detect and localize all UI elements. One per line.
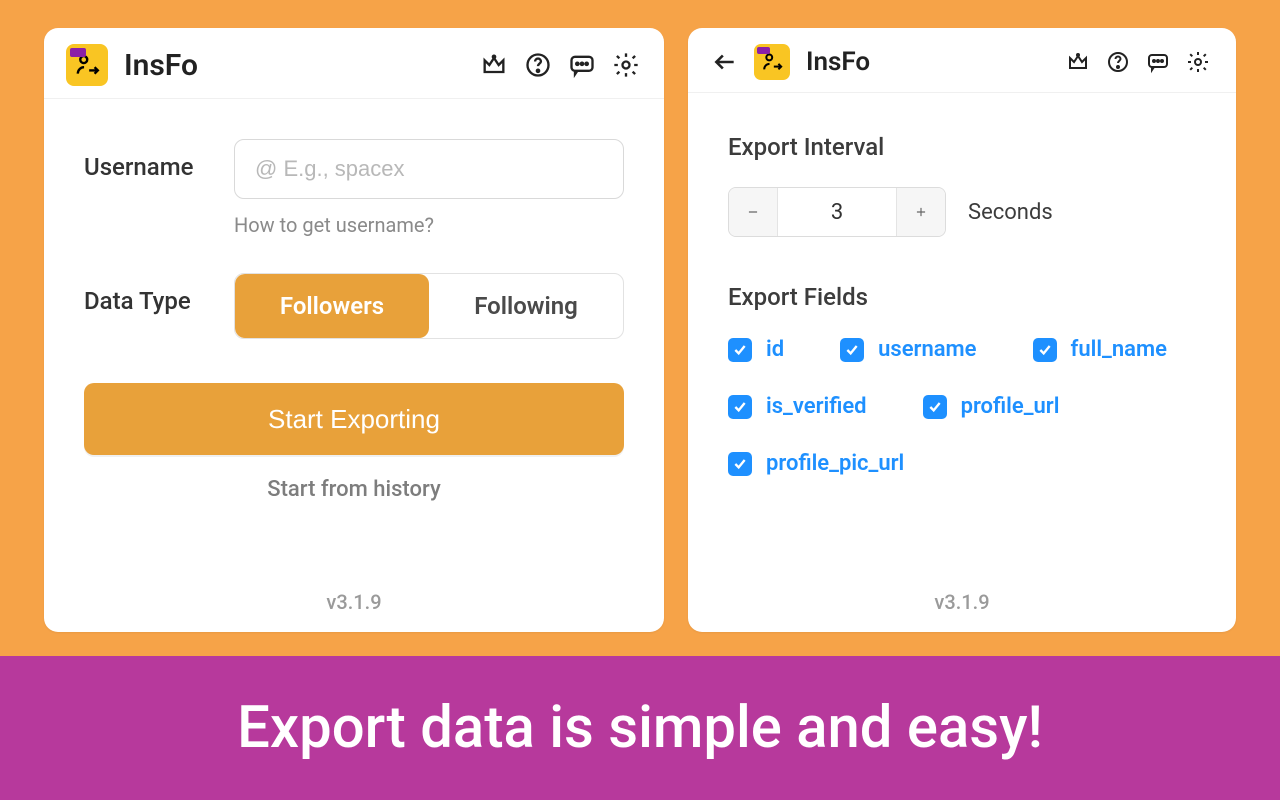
back-button[interactable] <box>710 47 740 77</box>
field-checkbox-username[interactable]: username <box>840 337 976 362</box>
segment-followers[interactable]: Followers <box>235 274 429 338</box>
minus-icon <box>746 205 760 219</box>
datatype-label: Data Type <box>84 273 234 315</box>
header: InsFo <box>688 28 1236 93</box>
datatype-segmented: Followers Following <box>234 273 624 339</box>
version-label: v3.1.9 <box>728 590 1196 632</box>
person-export-icon <box>761 51 783 73</box>
settings-panel: InsFo Export Interval <box>688 28 1236 632</box>
checkbox-checked-icon <box>1033 338 1057 362</box>
field-checkbox-is-verified[interactable]: is_verified <box>728 394 867 419</box>
header: InsFo <box>44 28 664 99</box>
version-label: v3.1.9 <box>84 590 624 632</box>
checkbox-checked-icon <box>840 338 864 362</box>
start-exporting-button[interactable]: Start Exporting <box>84 383 624 455</box>
username-input[interactable] <box>234 139 624 199</box>
gear-icon[interactable] <box>610 49 642 81</box>
stepper-decrease-button[interactable] <box>729 188 777 236</box>
interval-value: 3 <box>777 188 897 236</box>
feedback-icon[interactable] <box>566 49 598 81</box>
interval-unit: Seconds <box>968 200 1053 225</box>
feedback-icon[interactable] <box>1142 46 1174 78</box>
crown-icon[interactable] <box>1062 46 1094 78</box>
checkbox-checked-icon <box>728 338 752 362</box>
plus-icon <box>914 205 928 219</box>
segment-following[interactable]: Following <box>429 274 623 338</box>
app-logo <box>754 44 790 80</box>
start-from-history-link[interactable]: Start from history <box>84 477 624 502</box>
help-icon[interactable] <box>1102 46 1134 78</box>
help-icon[interactable] <box>522 49 554 81</box>
promo-banner-text: Export data is simple and easy! <box>237 694 1043 762</box>
field-label: full_name <box>1071 337 1167 362</box>
export-interval-title: Export Interval <box>728 133 1196 161</box>
field-label: id <box>766 337 784 362</box>
gear-icon[interactable] <box>1182 46 1214 78</box>
field-checkbox-full-name[interactable]: full_name <box>1033 337 1167 362</box>
app-title: InsFo <box>806 47 870 77</box>
stepper-increase-button[interactable] <box>897 188 945 236</box>
username-label: Username <box>84 139 234 181</box>
app-logo <box>66 44 108 86</box>
main-panel: InsFo Username <box>44 28 664 632</box>
field-label: username <box>878 337 976 362</box>
checkbox-checked-icon <box>923 395 947 419</box>
export-fields-title: Export Fields <box>728 283 1196 311</box>
checkbox-checked-icon <box>728 452 752 476</box>
promo-banner: Export data is simple and easy! <box>0 656 1280 800</box>
field-checkbox-id[interactable]: id <box>728 337 784 362</box>
crown-icon[interactable] <box>478 49 510 81</box>
field-checkbox-profile-url[interactable]: profile_url <box>923 394 1060 419</box>
field-label: profile_url <box>961 394 1060 419</box>
arrow-left-icon <box>712 49 738 75</box>
app-title: InsFo <box>124 48 198 83</box>
field-checkbox-profile-pic-url[interactable]: profile_pic_url <box>728 451 904 476</box>
field-label: is_verified <box>766 394 867 419</box>
checkbox-checked-icon <box>728 395 752 419</box>
field-label: profile_pic_url <box>766 451 904 476</box>
interval-stepper: 3 <box>728 187 946 237</box>
username-hint-link[interactable]: How to get username? <box>234 213 624 237</box>
